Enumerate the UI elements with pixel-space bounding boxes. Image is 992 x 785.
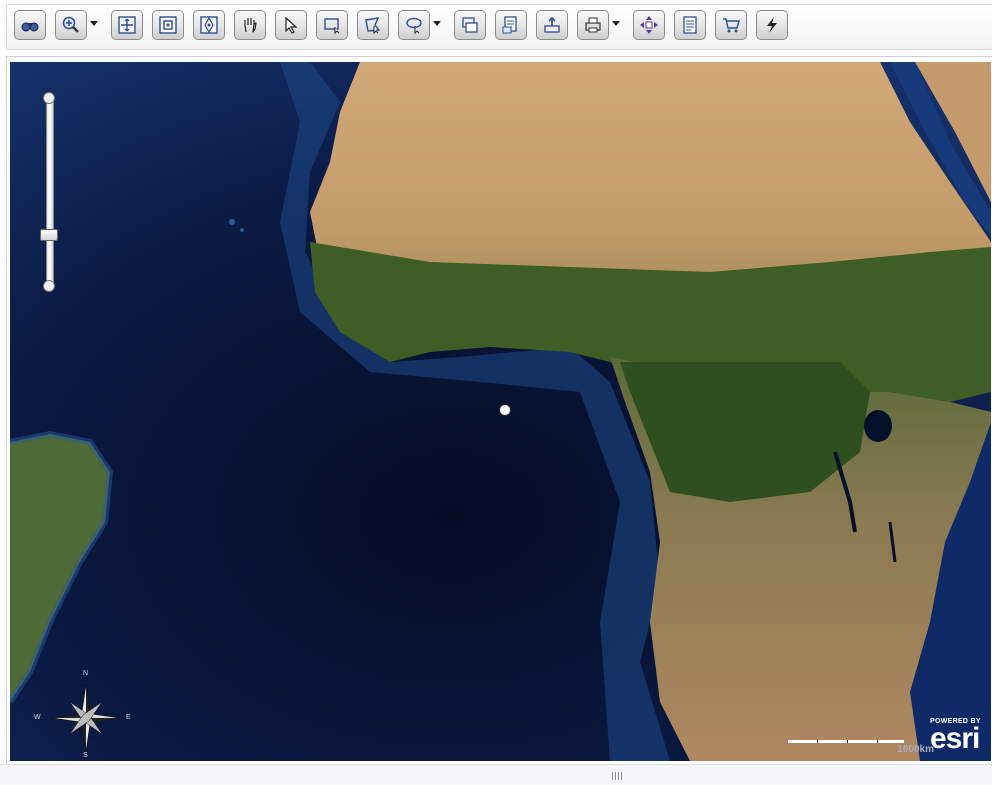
polygon-select-icon <box>365 17 381 35</box>
identify-button[interactable] <box>495 10 527 40</box>
hand-icon <box>244 18 257 33</box>
select-polygon-button[interactable] <box>357 10 389 40</box>
full-extent-button[interactable] <box>111 10 143 40</box>
scale-bar: 1000km <box>788 738 934 758</box>
resize-grip[interactable] <box>612 772 624 780</box>
compass-w-label: W <box>34 714 41 721</box>
compass-n-label: N <box>83 670 89 677</box>
lasso-select-icon <box>406 17 422 35</box>
toolbar <box>0 0 992 52</box>
scale-label: 1000km <box>897 744 934 755</box>
zoom-box-icon <box>159 16 177 34</box>
zoom-in-button[interactable] <box>55 10 87 40</box>
zoom-next-button[interactable] <box>193 10 225 40</box>
esri-attribution[interactable]: POWERED BY esri <box>930 718 990 758</box>
four-arrows-icon <box>640 16 658 34</box>
compass-s-label: S <box>83 752 88 759</box>
report-icon <box>683 16 697 34</box>
pan-button[interactable] <box>234 10 266 40</box>
layers-button[interactable] <box>454 10 486 40</box>
binoculars-icon <box>21 22 39 32</box>
overview-button[interactable] <box>14 10 46 40</box>
navigate-button[interactable] <box>633 10 665 40</box>
map-corner-marker <box>988 62 992 70</box>
status-strip <box>0 764 992 785</box>
cart-button[interactable] <box>715 10 747 40</box>
full-extent-icon <box>118 16 136 34</box>
north-arrow: N S W E <box>34 670 134 760</box>
zoom-target-icon <box>200 16 218 34</box>
quick-button[interactable] <box>756 10 788 40</box>
cart-icon <box>723 18 740 33</box>
identify-icon <box>502 16 517 34</box>
zoom-previous-button[interactable] <box>152 10 184 40</box>
layers-icon <box>462 17 478 33</box>
rectangle-select-icon <box>324 18 340 35</box>
zoom-slider-track[interactable] <box>46 98 54 286</box>
zoom-slider[interactable] <box>40 92 58 292</box>
compass-e-label: E <box>126 714 131 721</box>
report-button[interactable] <box>674 10 706 40</box>
magnifier-plus-icon <box>62 16 79 33</box>
zoom-in-end-button[interactable] <box>43 92 55 104</box>
print-button[interactable] <box>577 10 609 40</box>
scale-bar-graphic <box>788 740 904 743</box>
zoom-slider-thumb[interactable] <box>40 229 58 241</box>
map-view[interactable]: N S W E 1000km POWERED BY esri <box>10 62 991 761</box>
lightning-icon <box>767 17 777 33</box>
print-dropdown-arrow[interactable] <box>612 21 620 26</box>
select-tools-button[interactable] <box>398 10 430 40</box>
select-tools-dropdown-arrow[interactable] <box>433 21 441 26</box>
select-button[interactable] <box>275 10 307 40</box>
zoom-out-end-button[interactable] <box>43 280 55 292</box>
zoom-dropdown-arrow[interactable] <box>90 21 98 26</box>
export-button[interactable] <box>536 10 568 40</box>
select-rectangle-button[interactable] <box>316 10 348 40</box>
printer-icon <box>585 17 601 33</box>
export-icon <box>544 16 560 33</box>
location-marker[interactable] <box>499 404 511 416</box>
arrow-cursor-icon <box>285 16 298 34</box>
compass-rose-icon <box>51 683 121 753</box>
esri-logo: esri <box>930 722 980 755</box>
